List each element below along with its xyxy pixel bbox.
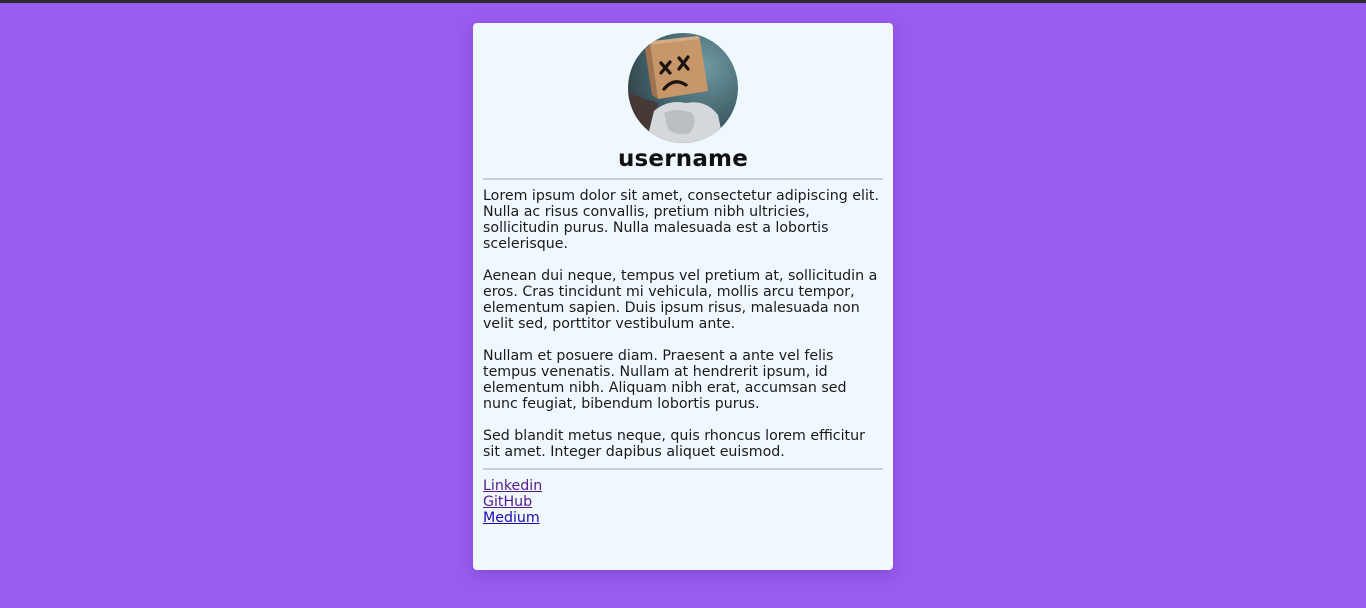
medium-link[interactable]: Medium <box>483 510 883 526</box>
github-link[interactable]: GitHub <box>483 494 883 510</box>
avatar <box>628 33 738 143</box>
profile-card: username Lorem ipsum dolor sit amet, con… <box>473 23 893 570</box>
browser-top-edge <box>0 0 1366 3</box>
linkedin-link[interactable]: Linkedin <box>483 478 883 494</box>
bio-paragraph: Nullam et posuere diam. Praesent a ante … <box>483 348 847 412</box>
avatar-image <box>628 33 738 143</box>
bio-paragraph: Sed blandit metus neque, quis rhoncus lo… <box>483 428 865 460</box>
social-links: Linkedin GitHub Medium <box>483 470 883 526</box>
bio-paragraph: Aenean dui neque, tempus vel pretium at,… <box>483 268 878 332</box>
bio-section: Lorem ipsum dolor sit amet, consectetur … <box>483 180 883 460</box>
bio-paragraph: Lorem ipsum dolor sit amet, consectetur … <box>483 188 879 252</box>
username-heading: username <box>617 146 749 172</box>
